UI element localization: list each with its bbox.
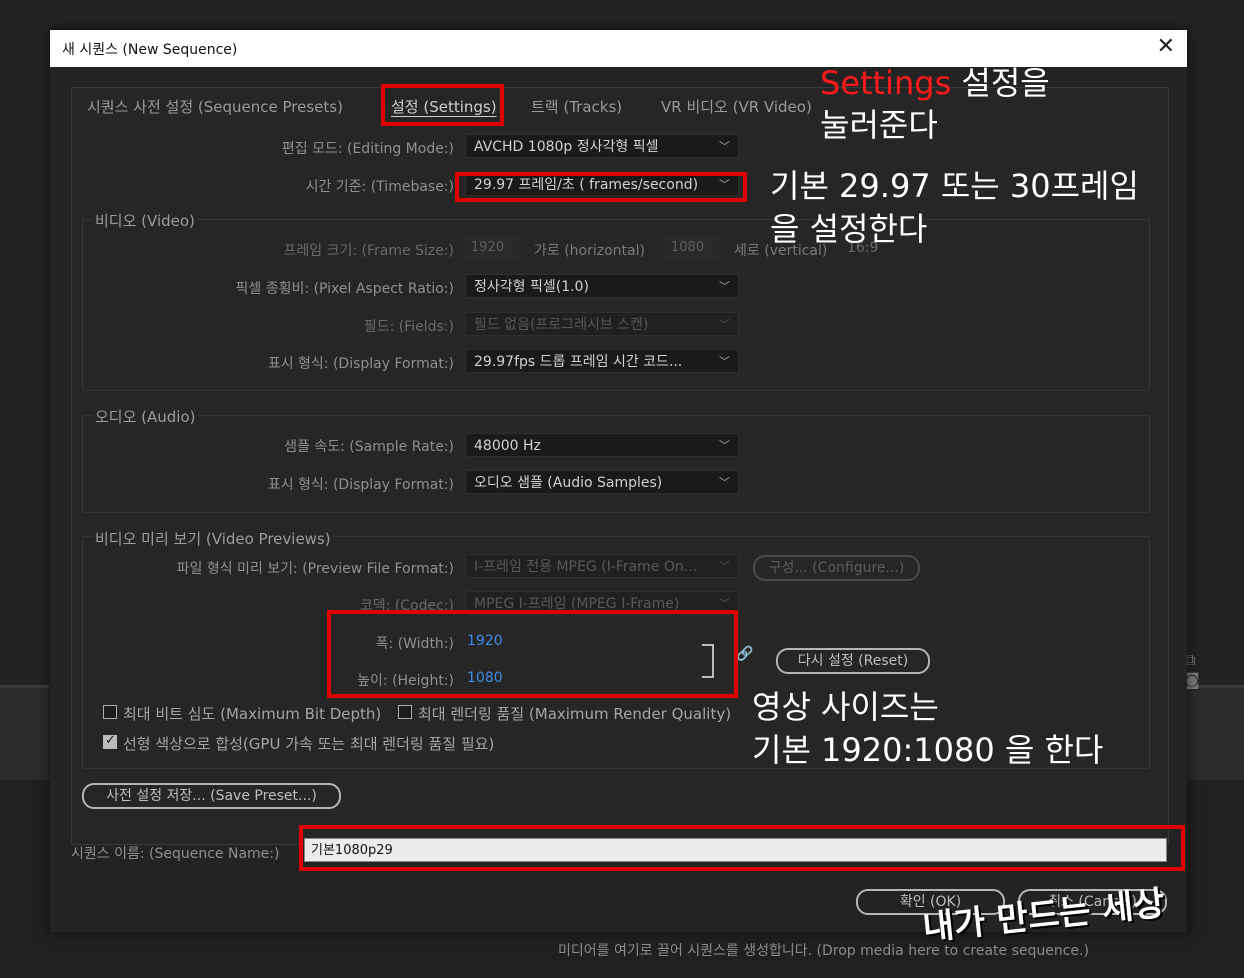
size-annotation-line1: 영상 사이즈는 bbox=[752, 688, 939, 726]
pixel-aspect-dropdown[interactable]: 정사각형 픽셀(1.0) ﹀ bbox=[465, 274, 739, 298]
preview-file-format-dropdown[interactable]: I-프레임 전용 MPEG (I-Frame On... ﹀ bbox=[465, 554, 739, 578]
sequence-name-highlight bbox=[299, 825, 1185, 871]
dialog-title: 새 시퀀스 (New Sequence) bbox=[62, 42, 238, 58]
timebase-annotation-line1: 기본 29.97 또는 30프레임 bbox=[770, 167, 1139, 205]
audio-display-format-label: 표시 형식: (Display Format:) bbox=[267, 477, 454, 493]
app-toolbar-icons[interactable]: ⧉ ◙ bbox=[1184, 650, 1244, 689]
sequence-name-label: 시퀀스 이름: (Sequence Name:) bbox=[71, 846, 280, 862]
tab-tracks[interactable]: 트랙 (Tracks) bbox=[531, 96, 622, 117]
max-bit-depth-checkbox[interactable] bbox=[103, 705, 117, 719]
chevron-down-icon: ﹀ bbox=[719, 355, 730, 368]
drop-media-hint: 미디어를 여기로 끌어 시퀀스를 생성합니다. (Drop media here… bbox=[558, 943, 1089, 959]
linear-color-checkbox[interactable] bbox=[103, 733, 117, 749]
chevron-down-icon: ﹀ bbox=[719, 439, 730, 452]
video-group-title: 비디오 (Video) bbox=[93, 210, 197, 231]
editing-mode-value: AVCHD 1080p 정사각형 픽셀 bbox=[474, 139, 659, 155]
sample-rate-dropdown[interactable]: 48000 Hz ﹀ bbox=[465, 433, 739, 457]
sample-rate-value: 48000 Hz bbox=[474, 438, 541, 454]
audio-display-format-dropdown[interactable]: 오디오 샘플 (Audio Samples) ﹀ bbox=[465, 470, 739, 494]
settings-annotation-rest: 설정을 bbox=[951, 64, 1050, 102]
pixel-aspect-value: 정사각형 픽셀(1.0) bbox=[474, 279, 589, 295]
fields-label: 필드: (Fields:) bbox=[363, 319, 454, 335]
settings-annotation-line2: 눌러준다 bbox=[820, 106, 938, 144]
horizontal-label: 가로 (horizontal) bbox=[534, 243, 645, 259]
fields-value: 필드 없음(프로그레시브 스캔) bbox=[474, 317, 649, 333]
settings-annotation-line1: Settings 설정을 bbox=[820, 62, 1050, 104]
frame-size-highlight bbox=[327, 610, 738, 698]
frame-height-field[interactable]: 1080 bbox=[665, 236, 719, 260]
save-preset-button[interactable]: 사전 설정 저장... (Save Preset...) bbox=[82, 783, 341, 809]
audio-display-format-value: 오디오 샘플 (Audio Samples) bbox=[474, 475, 663, 491]
size-annotation-line2: 기본 1920:1080 을 한다 bbox=[752, 731, 1104, 769]
audio-group-title: 오디오 (Audio) bbox=[93, 406, 198, 427]
tab-vr-video[interactable]: VR 비디오 (VR Video) bbox=[661, 96, 812, 117]
chevron-down-icon: ﹀ bbox=[719, 140, 730, 153]
pixel-aspect-label: 픽셀 종횡비: (Pixel Aspect Ratio:) bbox=[235, 281, 454, 297]
display-format-dropdown[interactable]: 29.97fps 드롭 프레임 시간 코드... ﹀ bbox=[465, 349, 739, 373]
timebase-highlight bbox=[455, 172, 747, 202]
linear-color-label: 선형 색상으로 합성(GPU 가속 또는 최대 렌더링 품질 필요) bbox=[123, 735, 495, 753]
frame-width-field[interactable]: 1920 bbox=[465, 236, 519, 260]
display-format-value: 29.97fps 드롭 프레임 시간 코드... bbox=[474, 354, 683, 370]
chevron-down-icon: ﹀ bbox=[719, 280, 730, 293]
preview-file-format-label: 파일 형식 미리 보기: (Preview File Format:) bbox=[176, 561, 454, 577]
editing-mode-dropdown[interactable]: AVCHD 1080p 정사각형 픽셀 ﹀ bbox=[465, 134, 739, 158]
timebase-annotation-line2: 을 설정한다 bbox=[770, 210, 928, 248]
editing-mode-label: 편집 모드: (Editing Mode:) bbox=[281, 141, 454, 157]
chevron-down-icon: ﹀ bbox=[719, 560, 730, 573]
settings-annotation-red: Settings bbox=[820, 64, 952, 102]
max-render-quality-checkbox[interactable] bbox=[398, 705, 412, 719]
preview-file-format-value: I-프레임 전용 MPEG (I-Frame On... bbox=[474, 559, 698, 575]
frame-size-label: 프레임 크기: (Frame Size:) bbox=[283, 243, 454, 259]
chevron-down-icon: ﹀ bbox=[719, 476, 730, 489]
configure-button[interactable]: 구성... (Configure...) bbox=[753, 555, 920, 581]
reset-button[interactable]: 다시 설정 (Reset) bbox=[776, 648, 930, 674]
display-format-label: 표시 형식: (Display Format:) bbox=[267, 356, 454, 372]
max-bit-depth-label: 최대 비트 심도 (Maximum Bit Depth) bbox=[123, 705, 382, 723]
settings-tab-highlight bbox=[381, 84, 504, 126]
sample-rate-label: 샘플 속도: (Sample Rate:) bbox=[284, 439, 454, 455]
chevron-down-icon: ﹀ bbox=[719, 318, 730, 331]
link-icon[interactable]: 🔗 bbox=[736, 646, 753, 662]
fields-dropdown[interactable]: 필드 없음(프로그레시브 스캔) ﹀ bbox=[465, 312, 739, 336]
tab-sequence-presets[interactable]: 시퀀스 사전 설정 (Sequence Presets) bbox=[87, 96, 343, 117]
timebase-label: 시간 기준: (Timebase:) bbox=[305, 179, 454, 195]
close-icon[interactable]: ✕ bbox=[1157, 34, 1175, 59]
video-previews-title: 비디오 미리 보기 (Video Previews) bbox=[93, 528, 333, 549]
max-render-quality-label: 최대 렌더링 품질 (Maximum Render Quality) bbox=[418, 705, 732, 723]
audio-group bbox=[82, 415, 1150, 513]
